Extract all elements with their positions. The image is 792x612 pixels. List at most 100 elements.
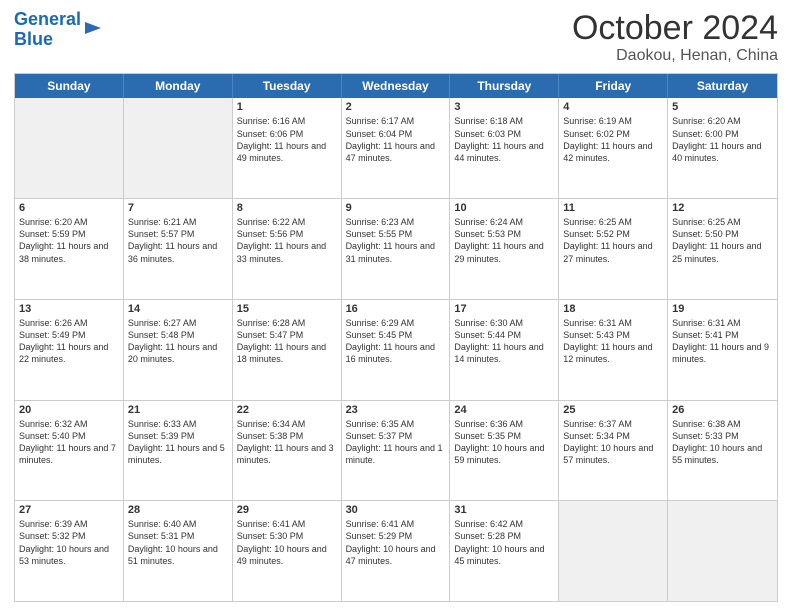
day-cell-12: 12Sunrise: 6:25 AMSunset: 5:50 PMDayligh… <box>668 199 777 299</box>
day-info: Sunrise: 6:34 AMSunset: 5:38 PMDaylight:… <box>237 418 337 467</box>
day-number: 7 <box>128 202 228 214</box>
day-cell-1: 1 Sunrise: 6:16 AMSunset: 6:06 PMDaylight… <box>233 98 342 198</box>
day-info: Sunrise: 6:22 AMSunset: 5:56 PMDaylight:… <box>237 216 337 265</box>
page-container: General Blue October 2024 Daokou, Henan,… <box>0 0 792 612</box>
weekday-header-monday: Monday <box>124 74 233 98</box>
empty-cell <box>668 501 777 601</box>
day-number: 24 <box>454 404 554 416</box>
day-number: 29 <box>237 504 337 516</box>
empty-cell <box>15 98 124 198</box>
calendar-subtitle: Daokou, Henan, China <box>572 47 778 65</box>
day-info: Sunrise: 6:40 AMSunset: 5:31 PMDaylight:… <box>128 518 228 567</box>
day-cell-22: 22 Sunrise: 6:34 AMSunset: 5:38 PMDayligh… <box>233 401 342 501</box>
day-info: Sunrise: 6:33 AMSunset: 5:39 PMDaylight:… <box>128 418 228 467</box>
day-number: 3 <box>454 101 554 113</box>
day-info: Sunrise: 6:31 AMSunset: 5:41 PMDaylight:… <box>672 317 773 366</box>
day-info: Sunrise: 6:41 AMSunset: 5:30 PMDaylight:… <box>237 518 337 567</box>
weekday-header-saturday: Saturday <box>668 74 777 98</box>
day-number: 22 <box>237 404 337 416</box>
day-number: 1 <box>237 101 337 113</box>
day-cell-4: 4Sunrise: 6:19 AMSunset: 6:02 PMDaylight… <box>559 98 668 198</box>
day-cell-11: 11 Sunrise: 6:25 AMSunset: 5:52 PMDayligh… <box>559 199 668 299</box>
day-info: Sunrise: 6:31 AMSunset: 5:43 PMDaylight:… <box>563 317 663 366</box>
logo-text: General Blue <box>14 10 81 50</box>
day-cell-25: 25 Sunrise: 6:37 AMSunset: 5:34 PMDayligh… <box>559 401 668 501</box>
day-cell-20: 20 Sunrise: 6:32 AMSunset: 5:40 PMDayligh… <box>15 401 124 501</box>
day-cell-6: 6 Sunrise: 6:20 AMSunset: 5:59 PMDaylight… <box>15 199 124 299</box>
day-cell-15: 15Sunrise: 6:28 AMSunset: 5:47 PMDayligh… <box>233 300 342 400</box>
day-info: Sunrise: 6:35 AMSunset: 5:37 PMDaylight:… <box>346 418 446 467</box>
day-info: Sunrise: 6:39 AMSunset: 5:32 PMDaylight:… <box>19 518 119 567</box>
day-number: 21 <box>128 404 228 416</box>
calendar-week-5: 27 Sunrise: 6:39 AMSunset: 5:32 PMDayligh… <box>15 501 777 601</box>
day-info: Sunrise: 6:37 AMSunset: 5:34 PMDaylight:… <box>563 418 663 467</box>
day-cell-5: 5Sunrise: 6:20 AMSunset: 6:00 PMDaylight… <box>668 98 777 198</box>
day-info: Sunrise: 6:18 AMSunset: 6:03 PMDaylight:… <box>454 115 554 164</box>
day-info: Sunrise: 6:29 AMSunset: 5:45 PMDaylight:… <box>346 317 446 366</box>
day-cell-19: 19 Sunrise: 6:31 AMSunset: 5:41 PMDayligh… <box>668 300 777 400</box>
day-info: Sunrise: 6:19 AMSunset: 6:02 PMDaylight:… <box>563 115 663 164</box>
day-info: Sunrise: 6:26 AMSunset: 5:49 PMDaylight:… <box>19 317 119 366</box>
day-number: 26 <box>672 404 773 416</box>
day-cell-14: 14 Sunrise: 6:27 AMSunset: 5:48 PMDayligh… <box>124 300 233 400</box>
day-number: 31 <box>454 504 554 516</box>
day-number: 15 <box>237 303 337 315</box>
calendar-week-1: 1 Sunrise: 6:16 AMSunset: 6:06 PMDaylight… <box>15 98 777 199</box>
day-number: 18 <box>563 303 663 315</box>
day-info: Sunrise: 6:16 AMSunset: 6:06 PMDaylight:… <box>237 115 337 164</box>
day-cell-8: 8Sunrise: 6:22 AMSunset: 5:56 PMDaylight… <box>233 199 342 299</box>
calendar-week-4: 20 Sunrise: 6:32 AMSunset: 5:40 PMDayligh… <box>15 401 777 502</box>
day-cell-2: 2 Sunrise: 6:17 AMSunset: 6:04 PMDaylight… <box>342 98 451 198</box>
empty-cell <box>559 501 668 601</box>
logo-arrow-icon <box>83 18 103 38</box>
day-info: Sunrise: 6:32 AMSunset: 5:40 PMDaylight:… <box>19 418 119 467</box>
day-number: 9 <box>346 202 446 214</box>
day-number: 2 <box>346 101 446 113</box>
day-cell-7: 7Sunrise: 6:21 AMSunset: 5:57 PMDaylight… <box>124 199 233 299</box>
day-info: Sunrise: 6:27 AMSunset: 5:48 PMDaylight:… <box>128 317 228 366</box>
day-info: Sunrise: 6:24 AMSunset: 5:53 PMDaylight:… <box>454 216 554 265</box>
day-cell-26: 26 Sunrise: 6:38 AMSunset: 5:33 PMDayligh… <box>668 401 777 501</box>
day-cell-28: 28 Sunrise: 6:40 AMSunset: 5:31 PMDayligh… <box>124 501 233 601</box>
day-number: 14 <box>128 303 228 315</box>
header: General Blue October 2024 Daokou, Henan,… <box>14 10 778 65</box>
calendar-header-row: SundayMondayTuesdayWednesdayThursdayFrid… <box>15 74 777 98</box>
day-number: 17 <box>454 303 554 315</box>
day-number: 19 <box>672 303 773 315</box>
empty-cell <box>124 98 233 198</box>
day-cell-30: 30Sunrise: 6:41 AMSunset: 5:29 PMDayligh… <box>342 501 451 601</box>
day-info: Sunrise: 6:20 AMSunset: 5:59 PMDaylight:… <box>19 216 119 265</box>
day-info: Sunrise: 6:30 AMSunset: 5:44 PMDaylight:… <box>454 317 554 366</box>
day-cell-13: 13 Sunrise: 6:26 AMSunset: 5:49 PMDayligh… <box>15 300 124 400</box>
day-info: Sunrise: 6:23 AMSunset: 5:55 PMDaylight:… <box>346 216 446 265</box>
day-number: 10 <box>454 202 554 214</box>
day-info: Sunrise: 6:17 AMSunset: 6:04 PMDaylight:… <box>346 115 446 164</box>
day-number: 27 <box>19 504 119 516</box>
day-cell-3: 3 Sunrise: 6:18 AMSunset: 6:03 PMDaylight… <box>450 98 559 198</box>
day-cell-29: 29 Sunrise: 6:41 AMSunset: 5:30 PMDayligh… <box>233 501 342 601</box>
day-cell-10: 10 Sunrise: 6:24 AMSunset: 5:53 PMDayligh… <box>450 199 559 299</box>
day-info: Sunrise: 6:25 AMSunset: 5:52 PMDaylight:… <box>563 216 663 265</box>
weekday-header-tuesday: Tuesday <box>233 74 342 98</box>
day-number: 6 <box>19 202 119 214</box>
day-info: Sunrise: 6:38 AMSunset: 5:33 PMDaylight:… <box>672 418 773 467</box>
day-number: 5 <box>672 101 773 113</box>
day-cell-16: 16Sunrise: 6:29 AMSunset: 5:45 PMDayligh… <box>342 300 451 400</box>
calendar-body: 1 Sunrise: 6:16 AMSunset: 6:06 PMDaylight… <box>15 98 777 601</box>
day-number: 28 <box>128 504 228 516</box>
day-cell-21: 21 Sunrise: 6:33 AMSunset: 5:39 PMDayligh… <box>124 401 233 501</box>
calendar: SundayMondayTuesdayWednesdayThursdayFrid… <box>14 73 778 602</box>
weekday-header-sunday: Sunday <box>15 74 124 98</box>
day-info: Sunrise: 6:42 AMSunset: 5:28 PMDaylight:… <box>454 518 554 567</box>
day-cell-31: 31 Sunrise: 6:42 AMSunset: 5:28 PMDayligh… <box>450 501 559 601</box>
day-number: 30 <box>346 504 446 516</box>
day-number: 25 <box>563 404 663 416</box>
weekday-header-thursday: Thursday <box>450 74 559 98</box>
logo: General Blue <box>14 10 103 50</box>
day-cell-17: 17 Sunrise: 6:30 AMSunset: 5:44 PMDayligh… <box>450 300 559 400</box>
day-number: 12 <box>672 202 773 214</box>
day-number: 20 <box>19 404 119 416</box>
day-number: 11 <box>563 202 663 214</box>
day-cell-9: 9 Sunrise: 6:23 AMSunset: 5:55 PMDaylight… <box>342 199 451 299</box>
day-number: 13 <box>19 303 119 315</box>
